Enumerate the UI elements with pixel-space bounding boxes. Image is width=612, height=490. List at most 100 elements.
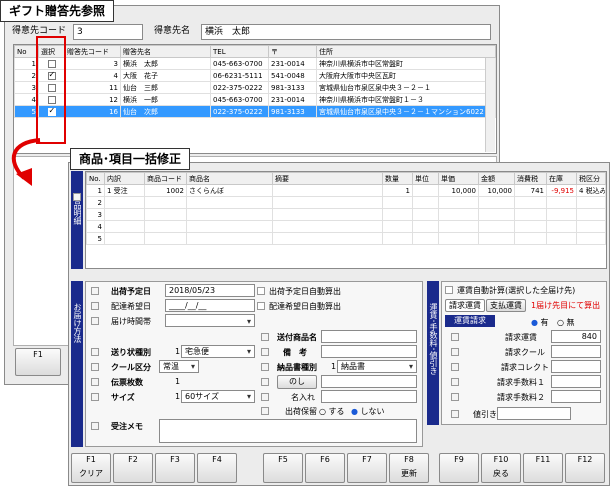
gift-table-row[interactable]: 2 4大阪 花子06-6231-5111541-0048大阪府大阪市中央区瓦町 — [14, 69, 496, 82]
shohin-table-row[interactable]: 2 — [86, 196, 606, 209]
gift-col-header[interactable]: TEL — [210, 45, 269, 58]
shohin-cell-stock[interactable]: -9,915 — [546, 184, 577, 197]
shohin-cell-price[interactable] — [438, 232, 479, 245]
ship-date-check[interactable] — [91, 287, 99, 295]
shohin-cell-code[interactable] — [144, 196, 187, 209]
shohin-cell-name[interactable] — [186, 208, 273, 221]
shohin-check[interactable] — [73, 193, 81, 201]
invoice-select[interactable]: 納品書 — [337, 360, 417, 373]
gift-f1-button[interactable]: F1 — [15, 348, 61, 376]
count-value[interactable]: 1 — [175, 377, 180, 386]
shohin-cell-tax[interactable] — [514, 196, 547, 209]
shohin-cell-stock[interactable] — [546, 208, 577, 221]
shohin-cell-price[interactable]: 10,000 — [438, 184, 479, 197]
shohin-cell-unit[interactable] — [412, 196, 439, 209]
shohin-cell-code[interactable] — [144, 220, 187, 233]
collect-field[interactable] — [551, 360, 601, 373]
f4-button[interactable]: F4 — [197, 453, 237, 483]
shohin-cell-tax[interactable] — [514, 208, 547, 221]
shohin-cell-price[interactable] — [438, 196, 479, 209]
billing-yes[interactable]: ● 有 — [531, 317, 549, 328]
slip-kind-check[interactable] — [91, 348, 99, 356]
customer-code-field[interactable]: 3 — [73, 24, 143, 40]
shohin-cell-unit[interactable] — [412, 208, 439, 221]
shohin-col-header[interactable]: 税区分 — [576, 172, 606, 185]
shohin-cell-price[interactable] — [438, 220, 479, 233]
ship-date-field[interactable]: 2018/05/23 — [165, 284, 255, 297]
shohin-cell-teki[interactable] — [272, 196, 383, 209]
shohin-cell-amount[interactable] — [478, 208, 515, 221]
shohin-col-header[interactable]: 商品コード — [144, 172, 187, 185]
shohin-col-header[interactable]: 単位 — [412, 172, 439, 185]
f1-button[interactable]: F1 クリア — [71, 453, 111, 483]
gift-table-row[interactable]: 4 12 横浜 一郎 045-663-0700 231-0014 神奈川県横浜市中区常盤町… — [14, 93, 496, 106]
shipstop-check[interactable] — [261, 407, 269, 415]
shohin-cell-amount[interactable]: 10,000 — [478, 184, 515, 197]
shohin-cell-unit[interactable] — [412, 184, 439, 197]
shohin-cell-uchi[interactable]: 1 受注 — [104, 184, 145, 197]
shohin-table-row[interactable]: 4 — [86, 220, 606, 233]
nameplate-field[interactable] — [321, 390, 417, 403]
count-check[interactable] — [91, 378, 99, 386]
noshi-check[interactable] — [261, 378, 269, 386]
cool-check[interactable] — [91, 363, 99, 371]
shohin-cell-qty[interactable] — [382, 232, 413, 245]
shipstop-no[interactable]: ● しない — [351, 406, 385, 417]
shohin-cell-unit[interactable] — [412, 232, 439, 245]
shohin-cell-code[interactable] — [144, 208, 187, 221]
shohin-col-header[interactable]: 単価 — [438, 172, 479, 185]
nameplate-check[interactable] — [261, 393, 269, 401]
shohin-table-row[interactable]: 5 — [86, 232, 606, 245]
shohin-cell-qty[interactable] — [382, 220, 413, 233]
shohin-table-row[interactable]: 11 受注 1002 さくらんぼ 1 10,000 10,000 741 -9,915 4 税込… — [86, 184, 606, 197]
f11-button[interactable]: F11 — [523, 453, 563, 483]
f3-button[interactable]: F3 — [155, 453, 195, 483]
gift-table-row[interactable]: 3 11 仙台 三郎 022-375-0222 981-3133 宮城県仙台市泉区泉中央３… — [14, 81, 496, 94]
shohin-col-header[interactable]: 内訳 — [104, 172, 145, 185]
noshi-button[interactable]: のし — [277, 375, 317, 389]
f2-button[interactable]: F2 — [113, 453, 153, 483]
discount-check[interactable] — [451, 410, 459, 418]
deliv-time-select[interactable] — [165, 314, 255, 327]
f5-button[interactable]: F5 — [263, 453, 303, 483]
goods-name-check[interactable] — [261, 333, 269, 341]
billing-no[interactable]: ○ 無 — [557, 317, 575, 328]
shohin-cell-taxkbn[interactable] — [576, 208, 606, 221]
shohin-cell-taxkbn[interactable]: 4 税込み — [576, 184, 606, 197]
gift-table-row[interactable]: 5 16仙台 次郎022-375-0222981-3133宮城県仙台市泉区泉中央３… — [14, 105, 496, 118]
gift-table-row[interactable]: 1 3 横浜 太郎 045-663-0700 231-0014 神奈川県横浜市中区常盤町 — [14, 57, 496, 70]
f12-button[interactable]: F12 — [565, 453, 605, 483]
shohin-cell-amount[interactable] — [478, 196, 515, 209]
shohin-cell-uchi[interactable] — [104, 220, 145, 233]
shohin-cell-name[interactable] — [186, 232, 273, 245]
invoice-check[interactable] — [261, 363, 269, 371]
deliv-time-check[interactable] — [91, 317, 99, 325]
shohin-cell-uchi[interactable] — [104, 208, 145, 221]
size-select[interactable]: 60サイズ — [181, 390, 255, 403]
shohin-table-row[interactable]: 3 — [86, 208, 606, 221]
fee1-check[interactable] — [451, 378, 459, 386]
shohin-col-header[interactable]: No. — [86, 172, 105, 185]
shohin-cell-name[interactable]: さくらんぼ — [186, 184, 273, 197]
fee2-field[interactable] — [551, 390, 601, 403]
customer-name-field[interactable]: 横浜 太郎 — [201, 24, 491, 40]
shohin-col-header[interactable]: 摘要 — [272, 172, 383, 185]
deliv-date-check[interactable] — [91, 302, 99, 310]
shohin-cell-teki[interactable] — [272, 208, 383, 221]
cool-fee-check[interactable] — [451, 348, 459, 356]
shohin-cell-name[interactable] — [186, 220, 273, 233]
fee2-check[interactable] — [451, 393, 459, 401]
noshi-field[interactable] — [321, 375, 417, 388]
deliv-date-field[interactable]: ____/__/__ — [165, 299, 255, 312]
note-field[interactable] — [321, 345, 417, 358]
f9-button[interactable]: F9 — [439, 453, 479, 483]
shohin-cell-tax[interactable]: 741 — [514, 184, 547, 197]
collect-check[interactable] — [451, 363, 459, 371]
shohin-cell-qty[interactable]: 1 — [382, 184, 413, 197]
shohin-cell-tax[interactable] — [514, 220, 547, 233]
shohin-cell-code[interactable] — [144, 232, 187, 245]
shohin-col-header[interactable]: 商品名 — [186, 172, 273, 185]
shohin-cell-price[interactable] — [438, 208, 479, 221]
slip-kind-select[interactable]: 宅急便 — [181, 345, 255, 358]
gift-col-header[interactable]: 贈答先コード — [64, 45, 121, 58]
